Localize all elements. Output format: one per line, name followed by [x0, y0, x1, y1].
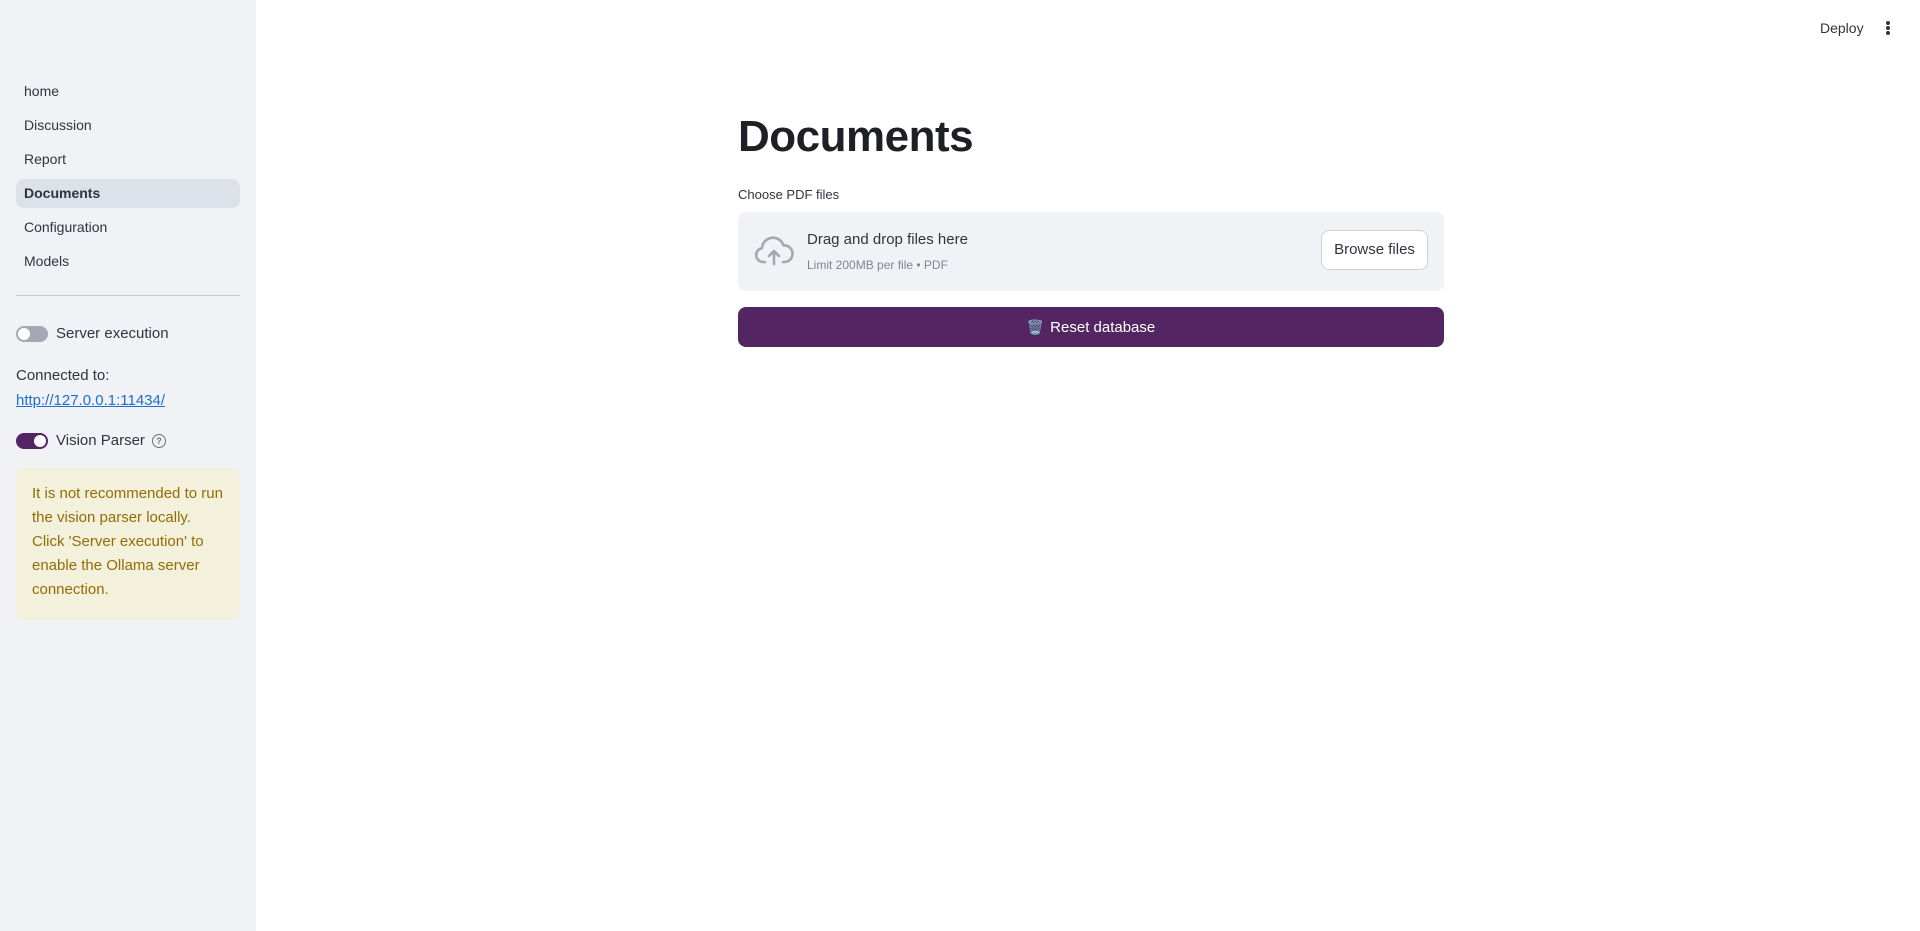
- toggle-knob: [34, 434, 46, 447]
- dropzone-subtitle: Limit 200MB per file • PDF: [807, 258, 948, 272]
- page-title: Documents: [738, 112, 974, 161]
- warning-alert: It is not recommended to run the vision …: [16, 468, 240, 620]
- question-circle-icon[interactable]: ?: [151, 433, 166, 448]
- sidebar-nav: home Discussion Report Documents Configu…: [16, 77, 240, 281]
- reset-database-label: Reset database: [1050, 318, 1156, 336]
- uploader-label: Choose PDF files: [738, 187, 840, 202]
- server-execution-row: Server execution: [16, 325, 169, 342]
- connected-label: Connected to:: [16, 367, 110, 384]
- connection-info: Connected to: http://127.0.0.1:11434/: [16, 363, 165, 413]
- server-execution-toggle[interactable]: [16, 325, 48, 342]
- reset-database-button[interactable]: 🗑️ Reset database: [738, 307, 1444, 347]
- sidebar-divider: [16, 295, 240, 296]
- file-dropzone[interactable]: Drag and drop files here Limit 200MB per…: [738, 212, 1444, 291]
- app-root: home Discussion Report Documents Configu…: [0, 0, 1920, 931]
- sidebar-item-configuration[interactable]: Configuration: [16, 213, 240, 242]
- sidebar-item-home[interactable]: home: [16, 77, 240, 106]
- server-execution-label: Server execution: [56, 325, 169, 342]
- browse-files-button[interactable]: Browse files: [1321, 230, 1428, 270]
- sidebar: home Discussion Report Documents Configu…: [0, 0, 256, 931]
- toggle-knob: [18, 327, 30, 340]
- sidebar-item-discussion[interactable]: Discussion: [16, 111, 240, 140]
- vertical-dots-icon[interactable]: [1880, 16, 1896, 40]
- trash-icon: 🗑️: [1026, 318, 1045, 335]
- connected-url-link[interactable]: http://127.0.0.1:11434/: [16, 392, 165, 409]
- dropzone-title: Drag and drop files here: [807, 231, 968, 248]
- sidebar-item-report[interactable]: Report: [16, 145, 240, 174]
- vision-parser-row: Vision Parser ?: [16, 432, 166, 449]
- vision-parser-label: Vision Parser: [56, 432, 145, 449]
- vision-parser-toggle[interactable]: [16, 432, 48, 449]
- sidebar-item-documents[interactable]: Documents: [16, 179, 240, 208]
- deploy-button[interactable]: Deploy: [1810, 16, 1874, 40]
- cloud-upload-icon: [754, 236, 794, 266]
- sidebar-item-models[interactable]: Models: [16, 247, 240, 276]
